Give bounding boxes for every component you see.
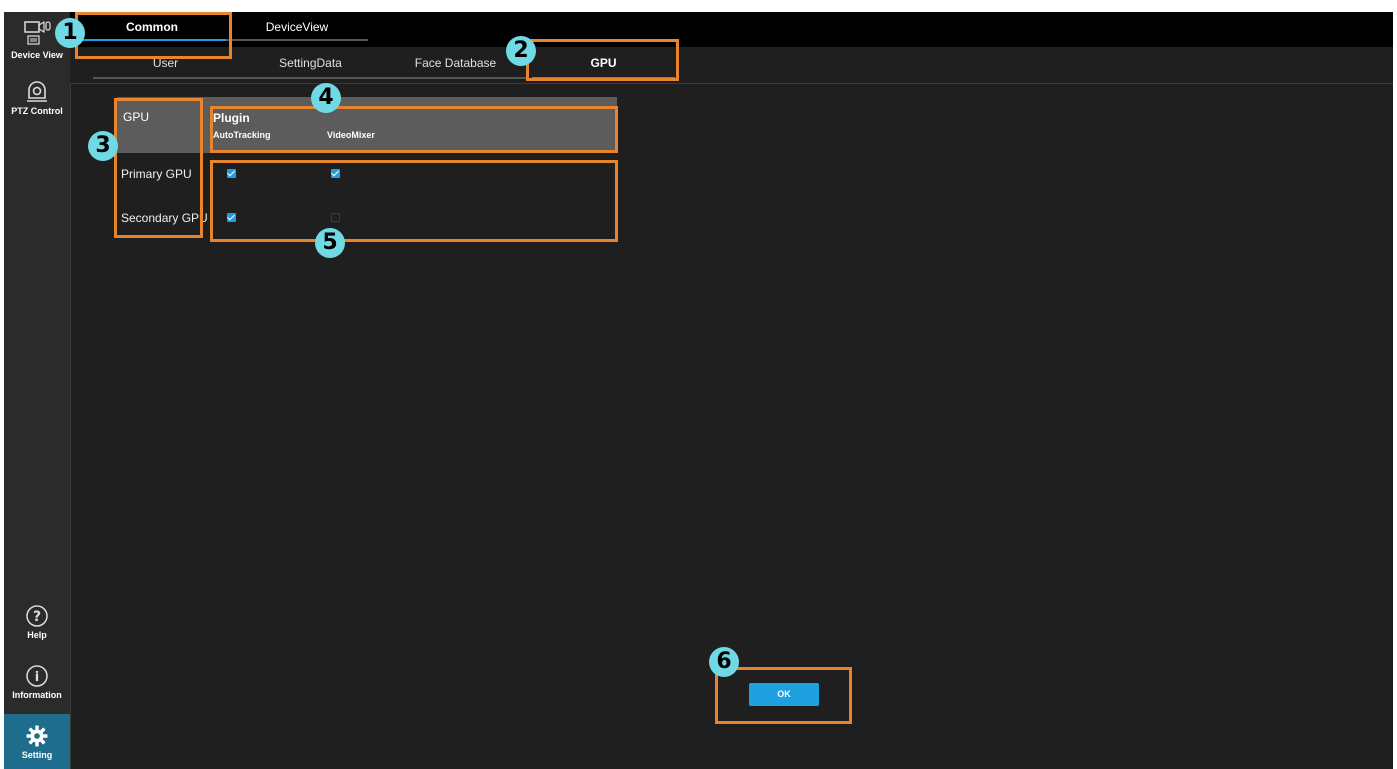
top-tab-bar: Common DeviceView	[70, 12, 1393, 47]
subtab-underline	[383, 77, 528, 79]
annotation-box-5	[210, 160, 618, 242]
annotation-box-4	[210, 106, 618, 153]
annotation-number-3: 3	[88, 131, 118, 161]
info-icon: i	[4, 664, 70, 688]
annotation-box-6	[715, 667, 852, 724]
svg-text:?: ?	[33, 609, 41, 625]
subtab-underline	[238, 77, 383, 79]
sidebar-item-label: PTZ Control	[11, 106, 63, 116]
sidebar-item-help[interactable]: ? Help	[4, 604, 70, 640]
sidebar-item-label: Device View	[11, 50, 63, 60]
ptz-camera-icon	[4, 80, 70, 104]
annotation-box-3	[114, 98, 203, 238]
sidebar-item-label: Help	[27, 630, 47, 640]
annotation-number-6: 6	[709, 647, 739, 677]
tab-deviceview[interactable]: DeviceView	[226, 12, 368, 45]
svg-text:i: i	[35, 670, 39, 685]
annotation-number-5: 5	[315, 228, 345, 258]
annotation-number-1: 1	[55, 18, 85, 48]
annotation-box-2	[526, 39, 679, 81]
sidebar-item-label: Setting	[21, 750, 53, 760]
sub-tab-bar: User SettingData Face Database GPU	[70, 47, 1393, 84]
annotation-number-4: 4	[311, 83, 341, 113]
sidebar-item-ptz-control[interactable]: PTZ Control	[4, 80, 70, 116]
sidebar-item-label: Information	[12, 690, 62, 700]
sidebar-item-information[interactable]: i Information	[4, 664, 70, 700]
annotation-box-1	[75, 12, 232, 59]
subtab-label: Face Database	[414, 56, 497, 70]
annotation-number-2: 2	[506, 36, 536, 66]
subtab-label: SettingData	[279, 56, 342, 70]
tab-underline	[226, 39, 368, 41]
app-window: Device View PTZ Control ? Help i Informa…	[4, 12, 1393, 769]
gear-icon	[4, 724, 70, 748]
tab-label: DeviceView	[265, 20, 329, 34]
sidebar: Device View PTZ Control ? Help i Informa…	[4, 12, 71, 769]
subtab-settingdata[interactable]: SettingData	[238, 47, 383, 79]
sidebar-item-setting[interactable]: Setting	[4, 714, 70, 769]
subtab-underline	[93, 77, 238, 79]
help-icon: ?	[4, 604, 70, 628]
